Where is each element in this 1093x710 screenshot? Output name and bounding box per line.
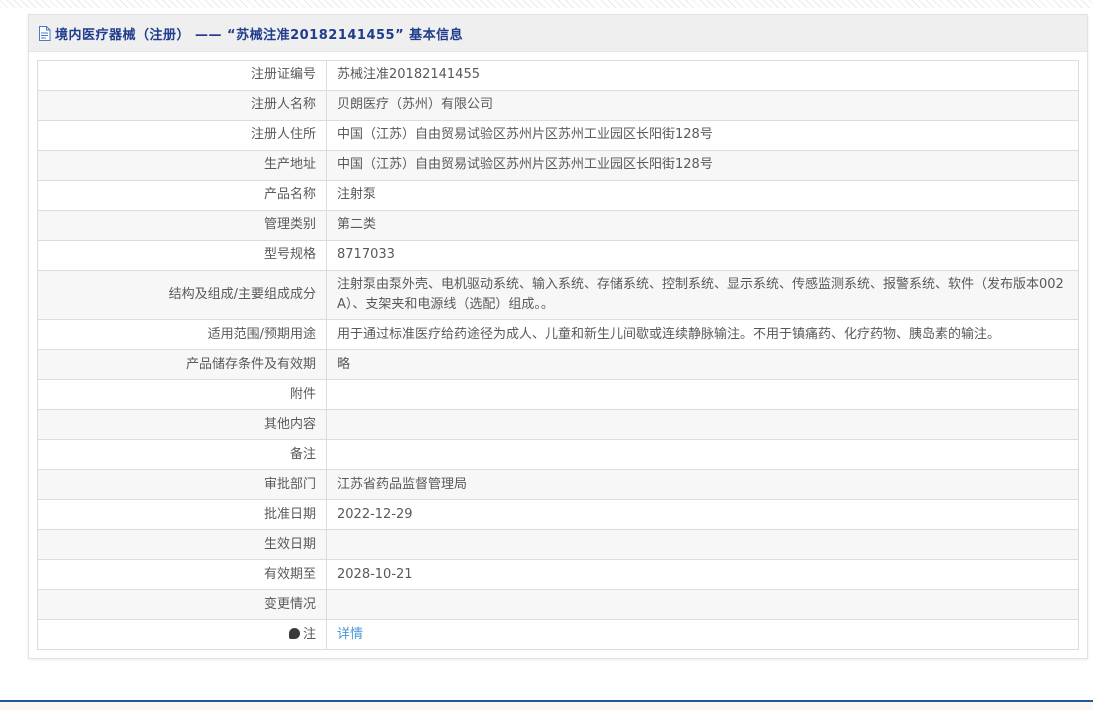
table-row: 生效日期 — [37, 529, 1079, 561]
row-value: 8717033 — [326, 240, 1079, 271]
row-label: 注 — [37, 619, 327, 651]
row-value: 中国（江苏）自由贸易试验区苏州片区苏州工业园区长阳街128号 — [326, 120, 1079, 151]
table-row: 其他内容 — [37, 409, 1079, 441]
row-label: 产品储存条件及有效期 — [37, 349, 327, 381]
info-table-body: 注册证编号 苏械注准20182141455 注册人名称 贝朗医疗（苏州）有限公司 注册人… — [37, 60, 1079, 651]
page-title: 境内医疗器械（注册） —— “苏械注准20182141455” 基本信息 — [55, 27, 464, 43]
row-label: 批准日期 — [37, 499, 327, 531]
table-row: 批准日期 2022-12-29 — [37, 499, 1079, 531]
row-value: 中国（江苏）自由贸易试验区苏州片区苏州工业园区长阳街128号 — [326, 150, 1079, 181]
table-row: 注册证编号 苏械注准20182141455 — [37, 60, 1079, 91]
row-value — [326, 529, 1079, 561]
note-icon — [288, 627, 300, 639]
table-row: 有效期至 2028-10-21 — [37, 559, 1079, 591]
row-label: 备注 — [37, 439, 327, 471]
row-label: 结构及组成/主要组成成分 — [37, 269, 327, 321]
footer-background — [0, 702, 1093, 710]
row-label: 变更情况 — [37, 589, 327, 621]
row-label: 注册人住所 — [37, 120, 327, 151]
table-row: 型号规格 8717033 — [37, 240, 1079, 271]
row-label: 注册人名称 — [37, 90, 327, 121]
row-label: 生效日期 — [37, 529, 327, 561]
row-label: 审批部门 — [37, 469, 327, 501]
row-label: 型号规格 — [37, 240, 327, 271]
row-label: 附件 — [37, 379, 327, 411]
row-value: 注射泵 — [326, 180, 1079, 211]
top-hatched-strip — [0, 0, 1093, 8]
table-row: 产品储存条件及有效期略 — [37, 349, 1079, 381]
row-value — [326, 409, 1079, 441]
row-label: 管理类别 — [37, 210, 327, 241]
row-value — [326, 439, 1079, 471]
row-value: 第二类 — [326, 210, 1079, 241]
row-value: 苏械注准20182141455 — [326, 60, 1079, 91]
table-row: 附件 — [37, 379, 1079, 411]
table-row: 备注 — [37, 439, 1079, 471]
row-label: 生产地址 — [37, 150, 327, 181]
table-row: 注册人住所 中国（江苏）自由贸易试验区苏州片区苏州工业园区长阳街128号 — [37, 120, 1079, 151]
row-label: 适用范围/预期用途 — [37, 319, 327, 351]
row-value: 江苏省药品监督管理局 — [326, 469, 1079, 501]
row-value: 略 — [326, 349, 1079, 381]
row-value: 2022-12-29 — [326, 499, 1079, 531]
row-label: 产品名称 — [37, 180, 327, 211]
row-label: 有效期至 — [37, 559, 327, 591]
row-value: 贝朗医疗（苏州）有限公司 — [326, 90, 1079, 121]
row-value: 用于通过标准医疗给药途径为成人、儿童和新生儿间歇或连续静脉输注。不用于镇痛药、化… — [326, 319, 1079, 351]
row-value — [326, 379, 1079, 411]
table-row: 审批部门 江苏省药品监督管理局 — [37, 469, 1079, 501]
table-row: 生产地址 中国（江苏）自由贸易试验区苏州片区苏州工业园区长阳街128号 — [37, 150, 1079, 181]
table-row: 产品名称 注射泵 — [37, 180, 1079, 211]
row-value: 详情 — [326, 619, 1079, 651]
table-row: 变更情况 — [37, 589, 1079, 621]
row-value: 注射泵由泵外壳、电机驱动系统、输入系统、存储系统、控制系统、显示系统、传感监测系… — [326, 269, 1079, 321]
registration-info-panel: 境内医疗器械（注册） —— “苏械注准20182141455” 基本信息 注册证… — [28, 14, 1088, 660]
table-row: 注详情 — [37, 619, 1079, 651]
table-row: 注册人名称 贝朗医疗（苏州）有限公司 — [37, 90, 1079, 121]
table-row: 结构及组成/主要组成成分 注射泵由泵外壳、电机驱动系统、输入系统、存储系统、控制系… — [37, 269, 1079, 321]
table-row: 适用范围/预期用途 用于通过标准医疗给药途径为成人、儿童和新生儿间歇或连续静脉输注… — [37, 319, 1079, 351]
registration-info-table: 注册证编号 苏械注准20182141455 注册人名称 贝朗医疗（苏州）有限公司 注册人… — [37, 60, 1079, 651]
panel-header: 境内医疗器械（注册） —— “苏械注准20182141455” 基本信息 — [29, 15, 1087, 52]
table-row: 管理类别 第二类 — [37, 210, 1079, 241]
row-value — [326, 589, 1079, 621]
row-label: 其他内容 — [37, 409, 327, 441]
row-value: 2028-10-21 — [326, 559, 1079, 591]
detail-link[interactable]: 详情 — [337, 627, 363, 642]
panel-body: 注册证编号 苏械注准20182141455 注册人名称 贝朗医疗（苏州）有限公司 注册人… — [29, 52, 1087, 658]
document-icon — [39, 25, 51, 41]
row-label: 注册证编号 — [37, 60, 327, 91]
